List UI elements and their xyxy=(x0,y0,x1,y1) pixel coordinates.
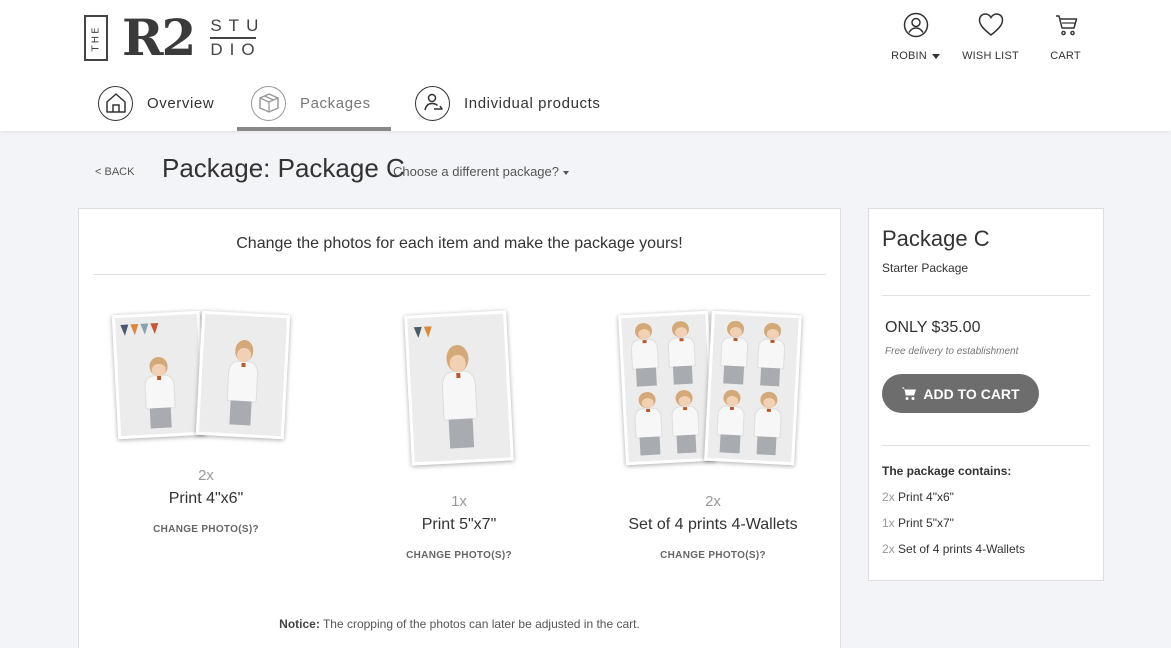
cart-button[interactable]: CART xyxy=(1028,12,1103,62)
item-quantity: 2x xyxy=(705,493,721,510)
chevron-down-icon xyxy=(563,170,569,175)
box-icon xyxy=(258,93,279,113)
child-figure xyxy=(755,322,789,387)
item-quantity: 2x xyxy=(198,467,214,484)
tab-individual-icon-ring xyxy=(415,85,450,121)
child-figure xyxy=(718,320,752,385)
list-item: 2x Set of 4 prints 4-Wallets xyxy=(882,542,1025,568)
bunting-decoration xyxy=(120,323,162,342)
user-icon xyxy=(903,12,928,38)
choose-package-dropdown[interactable]: Choose a different package? xyxy=(393,164,569,179)
logo-divider xyxy=(210,37,257,39)
contents-qty: 2x xyxy=(882,542,895,556)
tab-individual-products-label: Individual products xyxy=(464,94,601,112)
choose-package-label: Choose a different package? xyxy=(393,164,559,179)
notice-label: Notice: xyxy=(279,617,320,631)
logo-studio-top: STU xyxy=(210,16,266,35)
site-header: THE R2 STU DIO ROBIN WISH LIST CART Over… xyxy=(0,0,1171,131)
contents-name: Print 4"x6" xyxy=(898,490,954,504)
item-name: Set of 4 prints 4-Wallets xyxy=(628,516,798,533)
cart-icon xyxy=(1055,15,1077,36)
home-icon xyxy=(105,93,126,113)
cart-label: CART xyxy=(1050,50,1081,62)
panel-intro-text: Change the photos for each item and make… xyxy=(236,235,683,252)
tab-overview[interactable]: Overview xyxy=(84,78,237,128)
logo-the-box: THE xyxy=(84,15,108,61)
change-photos-link[interactable]: CHANGE PHOTO(S)? xyxy=(339,550,579,561)
contents-qty: 2x xyxy=(882,490,895,504)
account-label: ROBIN xyxy=(891,50,940,62)
package-item: 2x Print 4"x6" CHANGE PHOTO(S)? xyxy=(86,307,326,535)
change-photos-link[interactable]: CHANGE PHOTO(S)? xyxy=(593,550,833,561)
add-to-cart-button[interactable]: ADD TO CART xyxy=(882,374,1039,413)
item-photo xyxy=(618,310,716,466)
child-figure xyxy=(669,389,703,454)
item-photo-stack[interactable] xyxy=(111,307,301,467)
child-figure xyxy=(751,391,785,456)
contents-heading: The package contains: xyxy=(882,464,1012,478)
notice-text: The cropping of the photos can later be … xyxy=(319,617,640,631)
package-name: Package C xyxy=(882,226,990,251)
change-photos-link[interactable]: CHANGE PHOTO(S)? xyxy=(86,524,326,535)
wish-list-label: WISH LIST xyxy=(962,50,1019,62)
tab-packages[interactable]: Packages xyxy=(237,78,391,131)
item-name: Print 4"x6" xyxy=(168,490,244,507)
item-photo xyxy=(404,310,514,466)
summary-divider xyxy=(882,445,1090,446)
logo-the-text: THE xyxy=(90,25,102,51)
delivery-note: Free delivery to establishment xyxy=(885,346,1019,357)
back-link[interactable]: < BACK xyxy=(95,166,134,178)
wish-list-button[interactable]: WISH LIST xyxy=(953,12,1028,62)
item-photo-stack[interactable] xyxy=(404,307,514,493)
item-photo xyxy=(704,310,802,466)
item-photo-stack[interactable] xyxy=(618,307,808,493)
summary-divider xyxy=(882,295,1090,296)
logo-studio-bottom: DIO xyxy=(210,40,262,59)
cart-icon xyxy=(901,387,917,400)
child-figure xyxy=(665,320,699,385)
tab-overview-icon-ring xyxy=(98,85,133,121)
studio-logo[interactable]: THE R2 STU DIO xyxy=(84,8,265,67)
child-figure xyxy=(142,356,178,429)
page-title: Package: Package C xyxy=(162,153,405,183)
list-item: 1x Print 5"x7" xyxy=(882,516,1025,542)
tab-packages-icon-ring xyxy=(251,85,286,121)
child-figure xyxy=(224,339,261,426)
item-quantity: 1x xyxy=(451,493,467,510)
item-photo xyxy=(195,310,291,440)
add-to-cart-label: ADD TO CART xyxy=(923,385,1020,402)
child-figure xyxy=(628,322,662,387)
main-tabs: Overview Packages Individual products xyxy=(84,78,620,131)
package-summary-card: Package C Starter Package ONLY $35.00 Fr… xyxy=(868,208,1104,581)
package-item: 1x Print 5"x7" CHANGE PHOTO(S)? xyxy=(339,307,579,561)
child-figure xyxy=(438,344,482,450)
contents-name: Print 5"x7" xyxy=(898,516,954,530)
package-subtitle: Starter Package xyxy=(882,261,969,275)
contents-list: 2x Print 4"x6" 1x Print 5"x7" 2x Set of … xyxy=(882,490,1025,568)
heart-icon xyxy=(978,13,1003,36)
contents-qty: 1x xyxy=(882,516,895,530)
tab-packages-label: Packages xyxy=(300,94,371,112)
header-actions: ROBIN WISH LIST CART xyxy=(878,12,1103,62)
item-photo xyxy=(111,310,207,440)
child-figure xyxy=(632,391,666,456)
panel-divider xyxy=(93,274,826,275)
package-item: 2x Set of 4 prints 4-Wallets CHANGE PHOT… xyxy=(593,307,833,561)
package-price: ONLY $35.00 xyxy=(885,319,981,336)
logo-r2-mark: R2 xyxy=(122,8,196,67)
person-product-icon xyxy=(423,93,443,111)
account-name: ROBIN xyxy=(891,50,927,62)
child-figure xyxy=(714,389,748,454)
item-name: Print 5"x7" xyxy=(421,516,497,533)
package-items-panel: Change the photos for each item and make… xyxy=(78,208,841,648)
tab-individual-products[interactable]: Individual products xyxy=(401,78,620,128)
tab-overview-label: Overview xyxy=(147,94,215,112)
logo-studio-text: STU DIO xyxy=(210,16,265,60)
cropping-notice: Notice: The cropping of the photos can l… xyxy=(79,617,840,631)
list-item: 2x Print 4"x6" xyxy=(882,490,1025,516)
contents-name: Set of 4 prints 4-Wallets xyxy=(898,542,1025,556)
bunting-decoration xyxy=(413,325,443,347)
chevron-down-icon xyxy=(931,53,940,59)
account-menu-button[interactable]: ROBIN xyxy=(878,12,953,62)
